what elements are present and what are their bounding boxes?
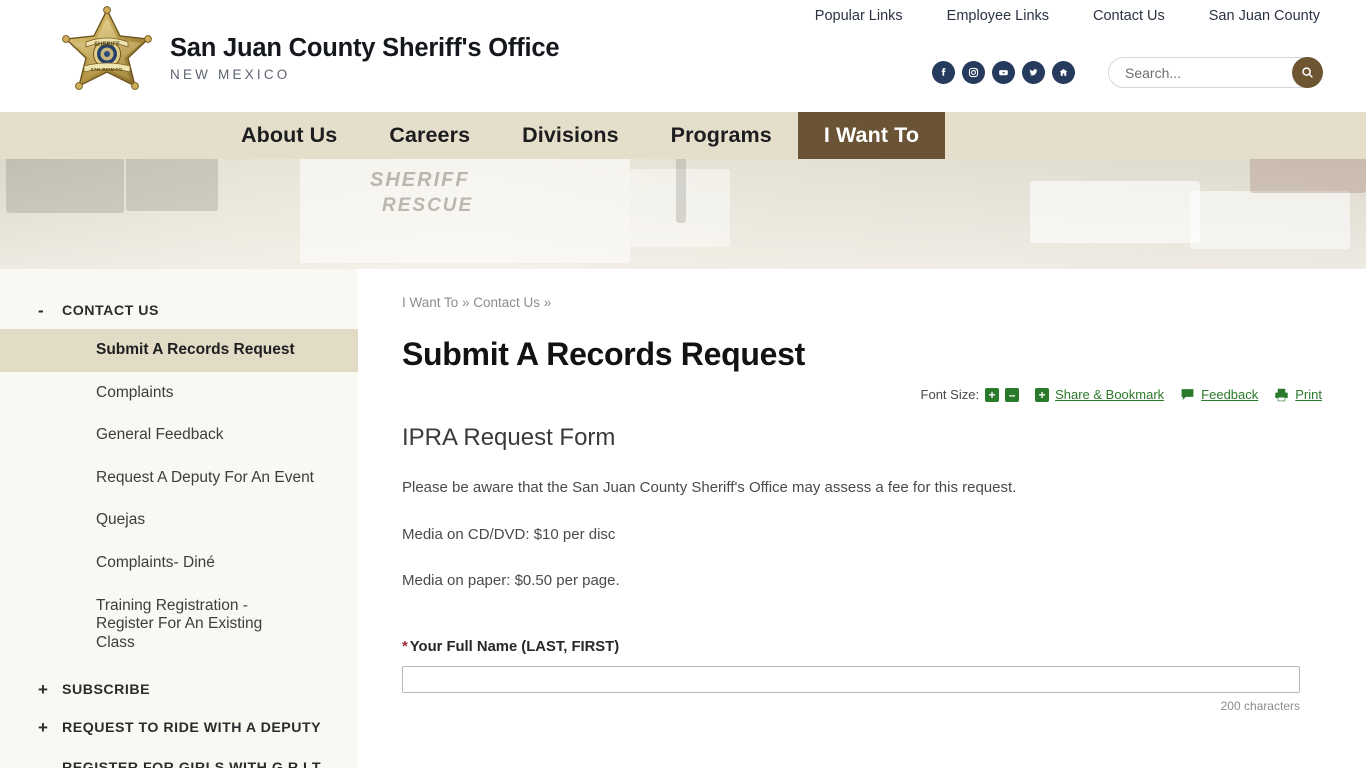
top-utility-links: Popular Links Employee Links Contact Us … [815,8,1320,24]
printer-icon [1275,388,1289,401]
font-size-label: Font Size: [920,387,980,402]
sidebar-section-subscribe[interactable]: + SUBSCRIBE [0,664,358,708]
breadcrumb[interactable]: I Want To » Contact Us » [402,295,1322,310]
paragraph-fee-notice: Please be aware that the San Juan County… [402,479,1017,496]
sidebar-section-label: REGISTER FOR GIRLS WITH G.R.I.T [62,760,321,768]
youtube-icon[interactable] [992,61,1015,84]
collapse-toggle-icon[interactable]: - [38,302,48,319]
character-count: 200 characters [1220,698,1300,713]
page-toolbar: Font Size: + – + Share & Bookmark Feedba… [402,387,1322,402]
site-title: San Juan County Sheriff's Office [170,34,560,63]
sidebar-section-contact-us[interactable]: - CONTACT US [0,293,358,329]
top-link-popular-links[interactable]: Popular Links [815,8,903,24]
paragraph-media-paper: Media on paper: $0.50 per page. [402,572,620,589]
nav-item-divisions[interactable]: Divisions [496,112,645,159]
sidebar-item-complaints[interactable]: Complaints [0,372,358,415]
sidebar-item-submit-a-records-request[interactable]: Submit A Records Request [0,329,358,372]
section-title: IPRA Request Form [402,424,616,451]
site-brand[interactable]: SHERIFF SAN JUAN CO. San Juan County She… [62,6,560,104]
sidebar-item-training-registration[interactable]: Training Registration - Register For An … [0,585,300,665]
expand-toggle-icon[interactable]: + [38,681,48,698]
print-label[interactable]: Print [1295,387,1322,402]
paragraph-media-cd-dvd: Media on CD/DVD: $10 per disc [402,525,616,543]
page-body: - CONTACT US Submit A Records Request Co… [0,269,1366,768]
sidebar-section-register-for-girls-with-grit[interactable]: REGISTER FOR GIRLS WITH G.R.I.T [0,746,358,768]
header-utility-row [932,57,1323,88]
sidebar-section-label: SUBSCRIBE [62,682,151,699]
main-navigation: About Us Careers Divisions Programs I Wa… [0,112,1366,159]
search-box[interactable] [1108,57,1323,88]
nav-item-about-us[interactable]: About Us [215,112,363,159]
top-link-contact-us[interactable]: Contact Us [1093,8,1165,24]
search-input[interactable] [1109,58,1279,87]
search-button[interactable] [1292,57,1323,88]
svg-text:SHERIFF: SHERIFF [94,42,120,48]
social-links [932,61,1075,84]
feedback-control[interactable]: Feedback [1180,387,1258,402]
nextdoor-icon[interactable] [1052,61,1075,84]
sidebar-item-general-feedback[interactable]: General Feedback [0,414,358,457]
font-size-controls: Font Size: + – [921,387,1020,402]
nav-item-careers[interactable]: Careers [363,112,496,159]
svg-text:SAN JUAN CO.: SAN JUAN CO. [91,67,124,72]
nav-item-programs[interactable]: Programs [645,112,798,159]
sheriff-star-badge-icon: SHERIFF SAN JUAN CO. [62,6,152,90]
sidebar-item-quejas[interactable]: Quejas [0,499,358,542]
sidebar-section-label: REQUEST TO RIDE WITH A DEPUTY [62,720,322,737]
main-content: I Want To » Contact Us » Submit A Record… [358,269,1366,768]
nav-item-i-want-to[interactable]: I Want To [797,112,946,159]
sidebar-navigation: - CONTACT US Submit A Records Request Co… [0,269,358,768]
plus-square-icon: + [1035,387,1050,402]
decrease-font-size-button[interactable]: – [1005,387,1020,402]
instagram-icon[interactable] [962,61,985,84]
sidebar-section-label: CONTACT US [62,303,159,319]
site-header: SHERIFF SAN JUAN CO. San Juan County She… [0,0,1366,112]
twitter-icon[interactable] [1022,61,1045,84]
print-control[interactable]: Print [1274,387,1322,402]
sidebar-item-request-a-deputy-for-an-event[interactable]: Request A Deputy For An Event [0,457,358,500]
sidebar-item-complaints-dine[interactable]: Complaints- Diné [0,542,358,585]
share-bookmark-control[interactable]: + Share & Bookmark [1035,387,1164,402]
hero-overlay-text-rescue: RESCUE [382,195,474,216]
search-icon [1302,67,1313,78]
sidebar-section-request-to-ride-with-a-deputy[interactable]: + REQUEST TO RIDE WITH A DEPUTY [0,708,358,746]
top-link-employee-links[interactable]: Employee Links [947,8,1049,24]
required-marker: * [402,638,408,655]
top-link-san-juan-county[interactable]: San Juan County [1209,8,1320,24]
full-name-input[interactable] [402,665,1300,693]
comment-icon [1181,389,1194,400]
feedback-label[interactable]: Feedback [1201,387,1258,402]
increase-font-size-button[interactable]: + [985,387,1000,402]
facebook-icon[interactable] [932,61,955,84]
hero-overlay-text-sheriff: SHERIFF [370,169,470,191]
expand-toggle-icon[interactable]: + [38,719,48,736]
site-subtitle: NEW MEXICO [170,66,291,82]
full-name-label-text: Your Full Name (LAST, FIRST) [409,638,620,655]
share-bookmark-label[interactable]: Share & Bookmark [1055,387,1164,402]
hero-banner: SHERIFF RESCUE [0,159,1366,269]
full-name-field-label: * Your Full Name (LAST, FIRST) [402,639,1322,655]
page-title: Submit A Records Request [402,336,805,372]
